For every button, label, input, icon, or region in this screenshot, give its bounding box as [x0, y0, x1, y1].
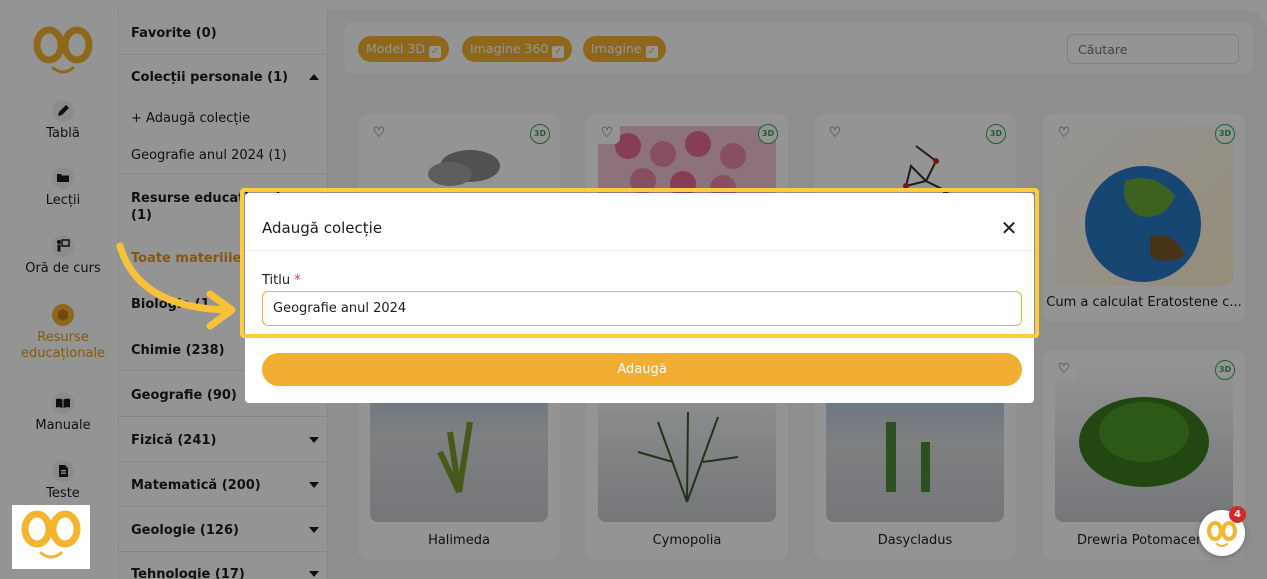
add-button[interactable]: Adaugă	[262, 353, 1022, 386]
logo-icon	[21, 510, 81, 559]
tutorial-arrow-icon	[116, 242, 236, 330]
tutorial-highlight	[240, 188, 1039, 338]
bottom-logo	[12, 505, 90, 569]
notification-badge: 4	[1229, 506, 1246, 523]
